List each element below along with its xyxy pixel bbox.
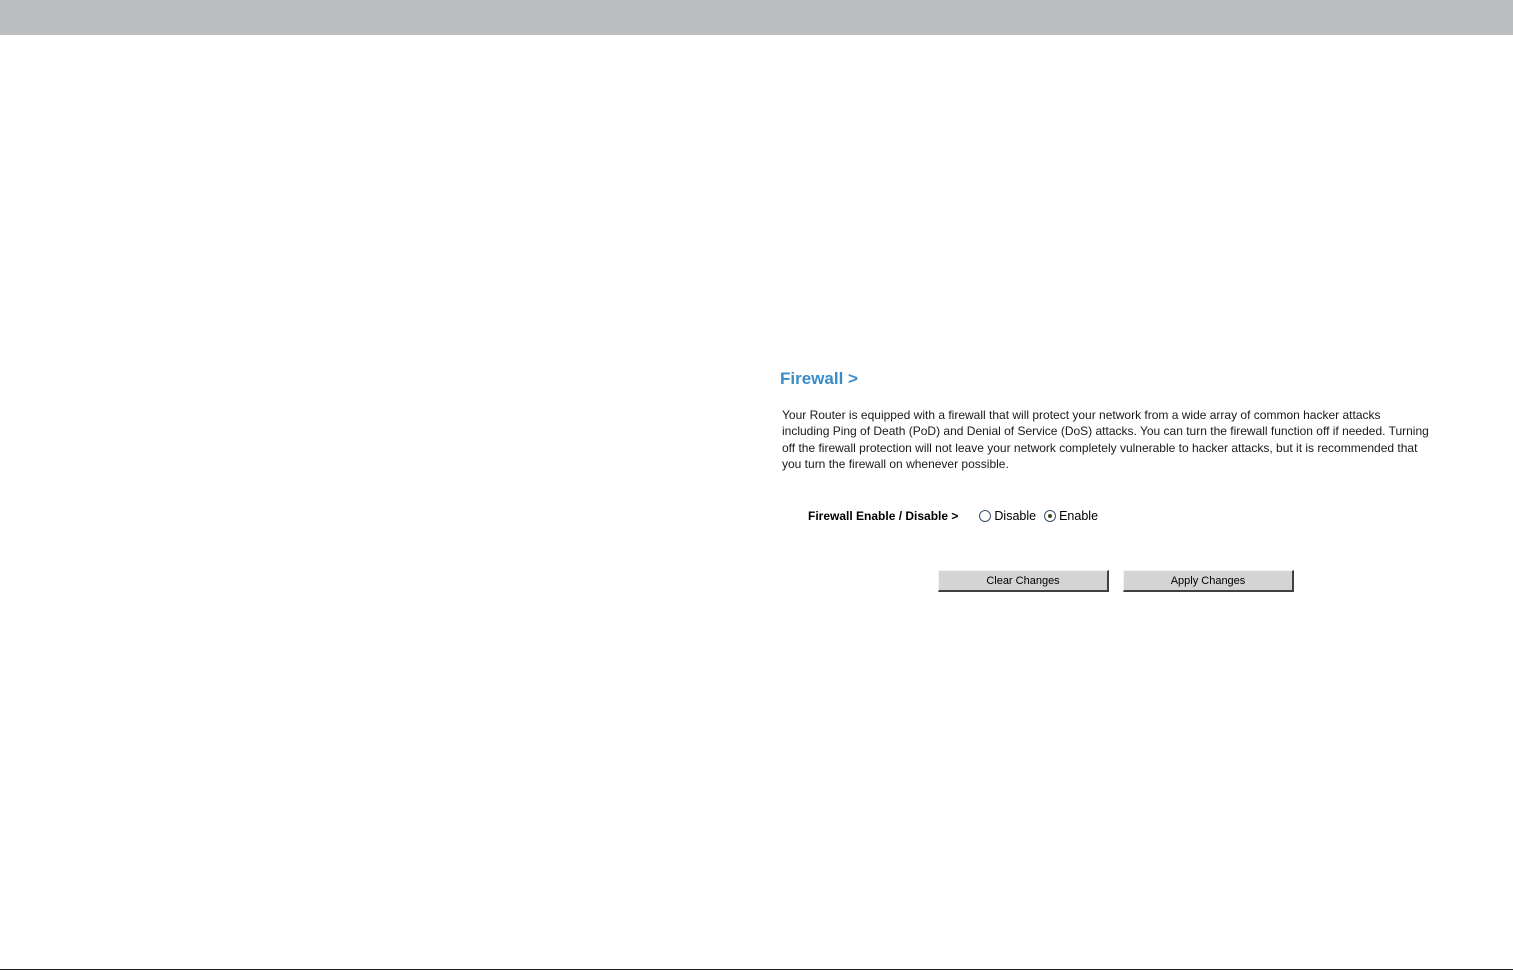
- radio-enable-circle[interactable]: [1044, 510, 1057, 522]
- apply-changes-button[interactable]: Apply Changes: [1123, 570, 1294, 592]
- firewall-panel: Firewall > Your Router is equipped with …: [780, 368, 1440, 592]
- bottom-divider: [0, 969, 1513, 970]
- radio-disable-label[interactable]: Disable: [994, 509, 1036, 523]
- radio-disable[interactable]: Disable: [979, 509, 1036, 523]
- firewall-description: Your Router is equipped with a firewall …: [782, 408, 1429, 472]
- radio-enable-label[interactable]: Enable: [1059, 509, 1098, 523]
- radio-enable[interactable]: Enable: [1044, 509, 1098, 523]
- action-buttons: Clear Changes Apply Changes: [938, 570, 1294, 592]
- page-title: Firewall >: [780, 369, 858, 388]
- radio-disable-circle[interactable]: [979, 510, 992, 522]
- firewall-toggle-row: Firewall Enable / Disable > Disable Enab…: [808, 507, 1106, 525]
- clear-changes-button[interactable]: Clear Changes: [938, 570, 1109, 592]
- top-bar: [0, 0, 1513, 35]
- firewall-toggle-label: Firewall Enable / Disable >: [808, 509, 959, 523]
